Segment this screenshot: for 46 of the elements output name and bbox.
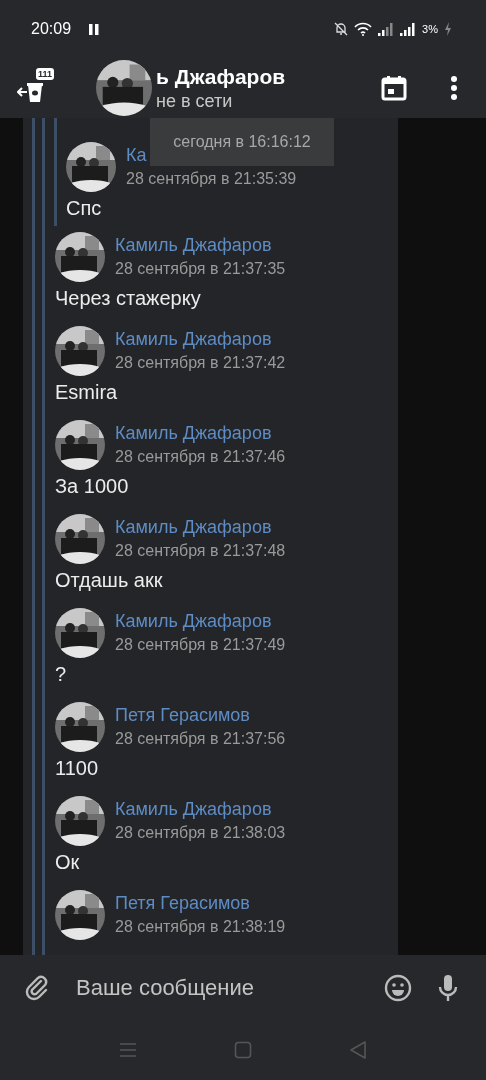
author-name[interactable]: Камиль Джафаров <box>115 421 286 445</box>
chat-title: ь Джафаров <box>156 64 287 90</box>
author-name[interactable]: Камиль Джафаров <box>115 609 286 633</box>
back-button[interactable]: 111 <box>17 68 57 108</box>
unread-badge: 111 <box>36 68 55 80</box>
message-text: За 1000 <box>55 474 130 499</box>
square-icon <box>234 1041 252 1059</box>
chat-status: не в сети <box>156 90 234 112</box>
more-icon <box>450 75 458 101</box>
message-time: 28 сентября в 21:37:42 <box>115 353 286 373</box>
message-text: Отдашь акк <box>55 568 164 593</box>
message-time: 28 сентября в 21:37:49 <box>115 635 286 655</box>
signal-icon <box>378 22 395 36</box>
message-time: 28 сентября в 21:38:19 <box>115 917 286 937</box>
author-name[interactable]: Петя Герасимов <box>115 891 286 915</box>
author-name[interactable]: Петя Герасимов <box>115 703 286 727</box>
author-name[interactable]: Камиль Джафаров <box>115 327 286 351</box>
menu-icon <box>118 1042 137 1058</box>
smiley-icon <box>384 973 412 1002</box>
author-name[interactable]: Камиль Джафаров <box>115 233 286 257</box>
calendar-icon <box>381 75 407 101</box>
message-text: Через стажерку <box>55 286 202 311</box>
message-time: 28 сентября в 21:38:03 <box>115 823 286 843</box>
message-text: ? <box>55 662 68 687</box>
author-name[interactable]: Камиль Джафаров <box>115 515 286 539</box>
message-input[interactable]: Ваше сообщение <box>68 967 368 1008</box>
bell-muted-icon <box>334 22 349 36</box>
pause-icon <box>89 23 100 35</box>
signal-icon <box>400 22 417 36</box>
message-text: Спс <box>66 196 103 221</box>
triangle-icon <box>349 1040 368 1060</box>
message-text: Ок <box>55 850 81 875</box>
message-time: 28 сентября в 21:35:39 <box>126 169 297 189</box>
microphone-icon <box>437 973 459 1002</box>
battery-level: 3% <box>422 23 438 35</box>
author-name[interactable]: Камиль Джафаров <box>115 797 286 821</box>
wifi-icon <box>354 22 373 36</box>
message-time: 28 сентября в 21:37:46 <box>115 447 286 467</box>
message-time: 28 сентября в 21:37:56 <box>115 729 286 749</box>
message-time: 28 сентября в 21:37:48 <box>115 541 286 561</box>
message-text: Esmira <box>55 380 119 405</box>
charging-icon <box>444 22 452 36</box>
message-time: 28 сентября в 21:37:35 <box>115 259 286 279</box>
date-tooltip: сегодня в 16:16:12 <box>150 118 334 166</box>
message-text: 1100 <box>55 756 99 781</box>
clock: 20:09 <box>31 20 72 38</box>
